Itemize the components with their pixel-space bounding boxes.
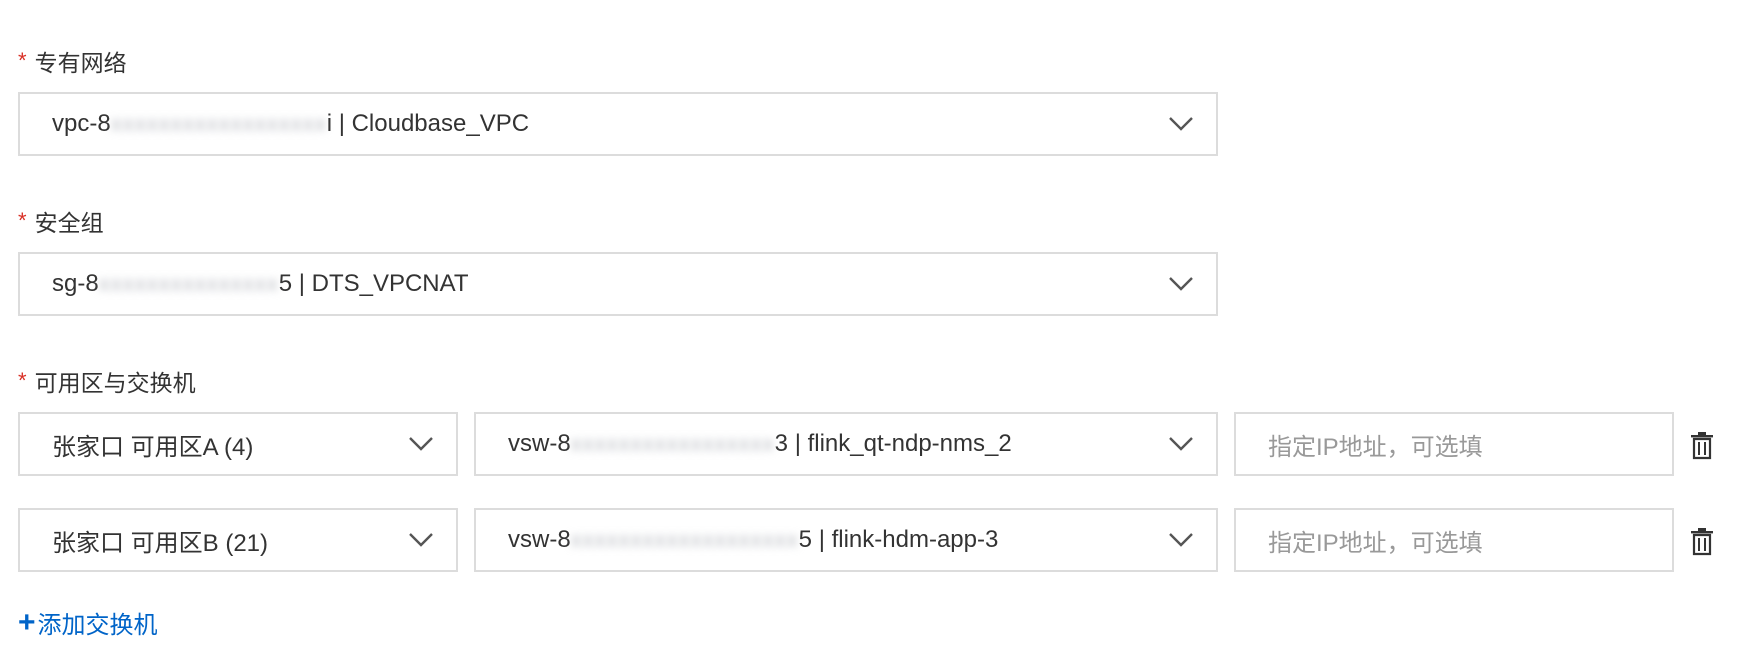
vswitch-id-suffix: 5 | flink-hdm-app-3	[798, 526, 999, 553]
vswitch-select-value: vsw-8 xxxxxxxxxxxxxxxxxxx 5 | flink-hdm-…	[476, 526, 998, 554]
sg-id-suffix: 5 | DTS_VPCNAT	[278, 270, 469, 297]
vpc-label-text: 专有网络	[34, 50, 127, 76]
vswitch-select[interactable]: vsw-8 xxxxxxxxxxxxxxxxxxx 5 | flink-hdm-…	[474, 508, 1218, 572]
vpc-select-value: vpc-8 xxxxxxxxxxxxxxxxxx i | Cloudbase_V…	[20, 110, 529, 138]
ip-address-input[interactable]: 指定IP地址，可选填	[1234, 508, 1674, 572]
required-asterisk: *	[18, 48, 27, 73]
vpc-id-redacted: xxxxxxxxxxxxxxxxxx	[110, 111, 327, 136]
vswitch-select[interactable]: vsw-8 xxxxxxxxxxxxxxxxx 3 | flink_qt-ndp…	[474, 412, 1218, 476]
required-asterisk: *	[18, 368, 27, 393]
chevron-down-icon	[1169, 277, 1193, 291]
chevron-down-icon	[1169, 117, 1193, 131]
vswitch-id-redacted: xxxxxxxxxxxxxxxxxxx	[570, 527, 799, 552]
zone-select-value: 张家口 可用区A (4)	[52, 433, 254, 461]
chevron-down-icon	[1169, 437, 1193, 451]
add-vswitch-label: 添加交换机	[37, 612, 158, 639]
zones-label-text: 可用区与交换机	[34, 370, 196, 396]
chevron-down-icon	[1169, 533, 1193, 547]
sg-id-redacted: xxxxxxxxxxxxxxx	[98, 271, 279, 296]
vswitch-id-redacted: xxxxxxxxxxxxxxxxx	[570, 431, 775, 456]
vpc-id-prefix: vpc-8	[52, 110, 111, 137]
chevron-down-icon	[409, 437, 433, 451]
security-group-label-text: 安全组	[34, 210, 104, 236]
zones-label: * 可用区与交换机	[18, 364, 196, 398]
vswitch-id-suffix: 3 | flink_qt-ndp-nms_2	[774, 430, 1012, 457]
security-group-label: * 安全组	[18, 204, 104, 238]
required-asterisk: *	[18, 208, 27, 233]
zone-select-value: 张家口 可用区B (21)	[52, 529, 269, 557]
vswitch-id-prefix: vsw-8	[508, 430, 571, 457]
sg-id-prefix: sg-8	[52, 270, 99, 297]
security-group-select[interactable]: sg-8 xxxxxxxxxxxxxxx 5 | DTS_VPCNAT	[18, 252, 1218, 316]
chevron-down-icon	[409, 533, 433, 547]
vswitch-id-prefix: vsw-8	[508, 526, 571, 553]
vpc-select[interactable]: vpc-8 xxxxxxxxxxxxxxxxxx i | Cloudbase_V…	[18, 92, 1218, 156]
delete-icon[interactable]	[1690, 432, 1714, 460]
vpc-id-suffix: i | Cloudbase_VPC	[326, 110, 530, 137]
zone-select[interactable]: 张家口 可用区B (21)	[18, 508, 458, 572]
vswitch-select-value: vsw-8 xxxxxxxxxxxxxxxxx 3 | flink_qt-ndp…	[476, 430, 1012, 458]
vpc-label: * 专有网络	[18, 44, 127, 78]
add-vswitch-link[interactable]: + 添加交换机	[18, 605, 158, 640]
zone-select[interactable]: 张家口 可用区A (4)	[18, 412, 458, 476]
security-group-select-value: sg-8 xxxxxxxxxxxxxxx 5 | DTS_VPCNAT	[20, 270, 469, 298]
delete-icon[interactable]	[1690, 528, 1714, 556]
plus-icon: +	[18, 605, 36, 639]
ip-address-input[interactable]: 指定IP地址，可选填	[1234, 412, 1674, 476]
